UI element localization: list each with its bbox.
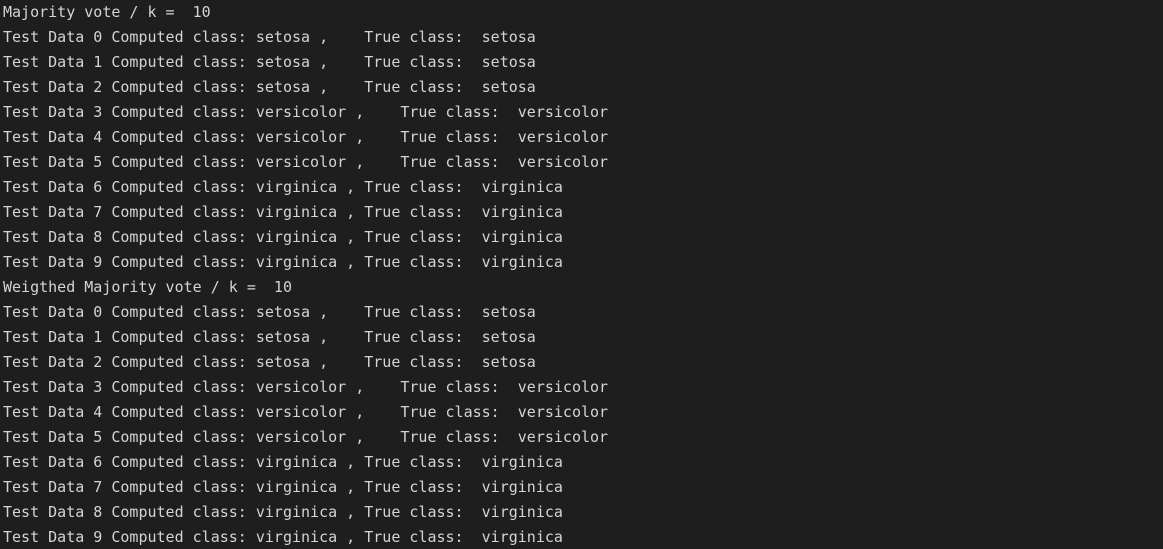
console-line: Test Data 0 Computed class: setosa , Tru… [3, 303, 536, 321]
console-line: Test Data 7 Computed class: virginica , … [3, 478, 563, 496]
console-line: Test Data 1 Computed class: setosa , Tru… [3, 328, 536, 346]
console-line: Test Data 3 Computed class: versicolor ,… [3, 103, 609, 121]
console-line: Test Data 0 Computed class: setosa , Tru… [3, 28, 536, 46]
console-line: Test Data 9 Computed class: virginica , … [3, 253, 563, 271]
console-line: Test Data 8 Computed class: virginica , … [3, 503, 563, 521]
console-line: Test Data 2 Computed class: setosa , Tru… [3, 353, 536, 371]
console-line: Test Data 5 Computed class: versicolor ,… [3, 153, 609, 171]
console-line: Test Data 2 Computed class: setosa , Tru… [3, 78, 536, 96]
console-line: Test Data 7 Computed class: virginica , … [3, 203, 563, 221]
console-line: Test Data 8 Computed class: virginica , … [3, 228, 563, 246]
console-output-panel[interactable]: Majority vote / k = 10 Test Data 0 Comput… [0, 0, 1163, 549]
console-line: Test Data 1 Computed class: setosa , Tru… [3, 53, 536, 71]
console-line: Test Data 5 Computed class: versicolor ,… [3, 428, 609, 446]
console-line: Majority vote / k = 10 [3, 3, 211, 21]
console-line: Test Data 6 Computed class: virginica , … [3, 178, 563, 196]
console-line: Test Data 9 Computed class: virginica , … [3, 528, 563, 546]
console-line: Weigthed Majority vote / k = 10 [3, 278, 292, 296]
console-line: Test Data 4 Computed class: versicolor ,… [3, 128, 609, 146]
console-output-lines: Majority vote / k = 10 Test Data 0 Comput… [0, 0, 1163, 549]
console-line: Test Data 6 Computed class: virginica , … [3, 453, 563, 471]
console-line: Test Data 3 Computed class: versicolor ,… [3, 378, 609, 396]
console-line: Test Data 4 Computed class: versicolor ,… [3, 403, 609, 421]
